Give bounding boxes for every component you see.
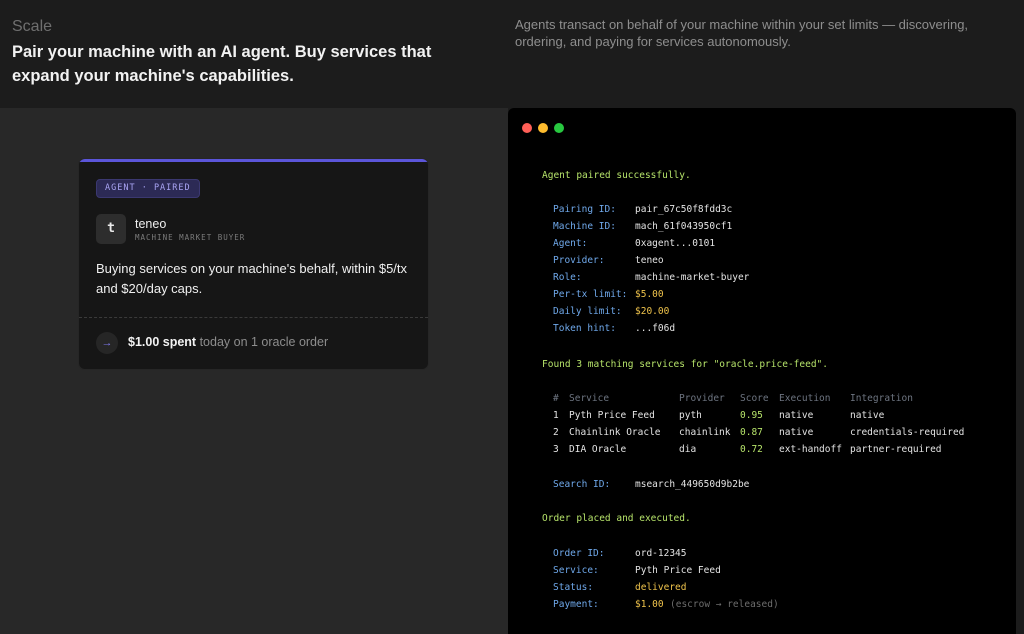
- card-accent-bar: [79, 159, 428, 162]
- terminal-key: Daily limit:: [553, 306, 622, 317]
- terminal-value: $1.00: [635, 599, 664, 610]
- table-cell: Pyth Price Feed: [569, 410, 655, 421]
- success-message: Order placed and executed.: [542, 513, 691, 524]
- terminal-key: Status:: [553, 582, 594, 593]
- terminal-key: Agent:: [553, 238, 588, 249]
- close-window-dot[interactable]: [522, 123, 532, 133]
- spend-detail: today on 1 oracle order: [196, 335, 329, 349]
- terminal-value: ...f06d: [635, 323, 676, 334]
- table-cell: dia: [679, 444, 697, 455]
- window-controls: [522, 123, 564, 133]
- card-description: Buying services on your machine's behalf…: [96, 261, 408, 296]
- spend-summary: $1.00 spent today on 1 oracle order: [128, 335, 328, 349]
- table-cell: 2: [553, 427, 559, 438]
- table-cell: partner-required: [850, 444, 942, 455]
- minimize-window-dot[interactable]: [538, 123, 548, 133]
- arrow-right-icon: →: [96, 332, 118, 354]
- table-cell: chainlink: [679, 427, 731, 438]
- avatar: t: [96, 214, 126, 244]
- terminal-key: Pairing ID:: [553, 204, 616, 215]
- table-cell: Chainlink Oracle: [569, 427, 661, 438]
- table-header-cell: Integration: [850, 393, 913, 404]
- terminal-value: pair_67c50f8fdd3c: [635, 204, 733, 215]
- terminal-key: Machine ID:: [553, 221, 616, 232]
- table-header-cell: Execution: [779, 393, 831, 404]
- maximize-window-dot[interactable]: [554, 123, 564, 133]
- terminal-value: $20.00: [635, 306, 670, 317]
- order-success-line: Order placed and executed.: [542, 512, 691, 526]
- terminal-value: 0xagent...0101: [635, 238, 716, 249]
- terminal-value: ord-12345: [635, 548, 687, 559]
- table-cell: 0.72: [740, 444, 763, 455]
- table-cell: credentials-required: [850, 427, 965, 438]
- terminal-value: msearch_449650d9b2be: [635, 479, 750, 490]
- terminal-key: Token hint:: [553, 323, 616, 334]
- table-header-cell: Provider: [679, 393, 725, 404]
- terminal-key: Role:: [553, 272, 582, 283]
- found-services-line: Found 3 matching services for "oracle.pr…: [542, 358, 828, 372]
- table-cell: ext-handoff: [779, 444, 842, 455]
- success-message: Agent paired successfully.: [542, 170, 691, 181]
- table-cell: pyth: [679, 410, 702, 421]
- terminal-value: mach_61f043950cf1: [635, 221, 733, 232]
- spend-amount: $1.00 spent: [128, 335, 197, 349]
- terminal-key: Provider:: [553, 255, 605, 266]
- table-cell: native: [779, 410, 814, 421]
- table-cell: 0.95: [740, 410, 763, 421]
- agent-card: AGENT · PAIRED t teneo MACHINE MARKET BU…: [78, 158, 429, 370]
- table-header-cell: Score: [740, 393, 769, 404]
- provider-role: MACHINE MARKET BUYER: [135, 233, 246, 242]
- section-eyebrow: Scale: [12, 18, 53, 35]
- card-divider: [79, 317, 428, 318]
- table-header-cell: Service: [569, 393, 610, 404]
- status-badge: AGENT · PAIRED: [96, 179, 200, 198]
- table-cell: native: [850, 410, 885, 421]
- table-cell: DIA Oracle: [569, 444, 627, 455]
- hero-header: Scale Pair your machine with an AI agent…: [0, 0, 1024, 108]
- table-cell: 3: [553, 444, 559, 455]
- pair-success-line: Agent paired successfully.: [542, 169, 691, 183]
- terminal-value: delivered: [635, 582, 687, 593]
- terminal-value: machine-market-buyer: [635, 272, 750, 283]
- terminal-key: Search ID:: [553, 479, 611, 490]
- table-cell: 0.87: [740, 427, 763, 438]
- success-message: Found 3 matching services for "oracle.pr…: [542, 359, 828, 370]
- terminal-key: Service:: [553, 565, 599, 576]
- section-headline: Pair your machine with an AI agent. Buy …: [12, 43, 432, 85]
- terminal-key: Payment:: [553, 599, 599, 610]
- terminal-key: Per-tx limit:: [553, 289, 628, 300]
- provider-name: teneo: [135, 217, 167, 231]
- section-subcopy: Agents transact on behalf of your machin…: [515, 17, 969, 49]
- table-cell: 1: [553, 410, 559, 421]
- table-cell: native: [779, 427, 814, 438]
- terminal-value: Pyth Price Feed: [635, 565, 721, 576]
- terminal-value: $5.00: [635, 289, 664, 300]
- table-header-cell: #: [553, 393, 559, 404]
- terminal-value: teneo: [635, 255, 664, 266]
- terminal-window: Agent paired successfully. Pairing ID: pai…: [508, 108, 1016, 634]
- terminal-note: (escrow → released): [670, 599, 779, 610]
- terminal-key: Order ID:: [553, 548, 605, 559]
